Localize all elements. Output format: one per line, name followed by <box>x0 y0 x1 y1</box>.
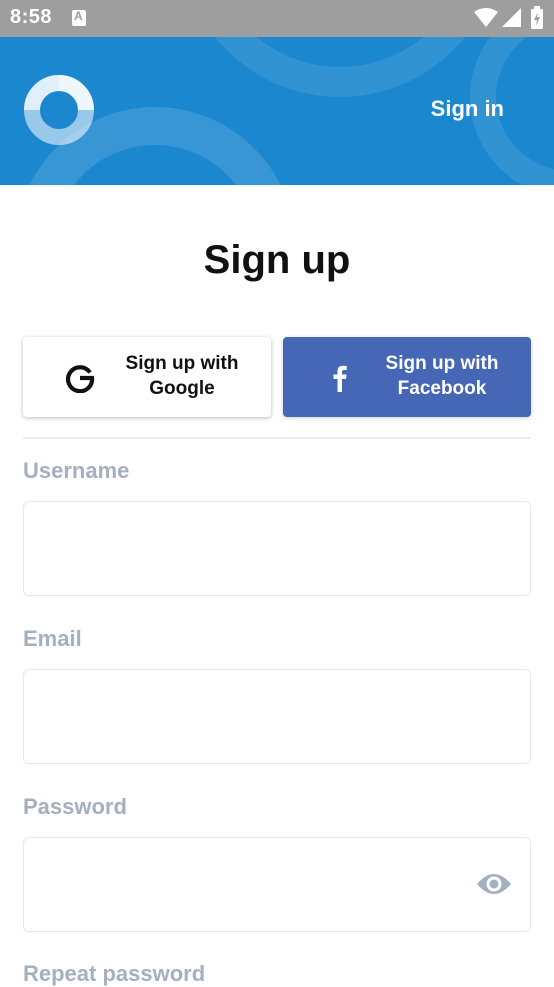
signal-icon <box>502 8 521 27</box>
repeat-password-label: Repeat password <box>23 961 206 986</box>
email-label: Email <box>23 626 82 651</box>
status-bar: 8:58 <box>0 0 554 37</box>
google-g-icon <box>65 365 95 393</box>
username-label: Username <box>23 458 130 483</box>
username-input[interactable] <box>23 501 531 596</box>
facebook-signup-button[interactable]: Sign up with Facebook <box>283 337 531 417</box>
google-button-label-line2: Google <box>149 378 215 399</box>
google-button-label: Sign up with Google <box>103 351 261 401</box>
password-label: Password <box>23 794 127 819</box>
facebook-button-label-line1: Sign up with <box>385 353 499 374</box>
eye-icon[interactable] <box>476 870 512 898</box>
google-signup-button[interactable]: Sign up with Google <box>23 337 271 417</box>
header-decoration <box>180 37 500 97</box>
wifi-icon <box>474 8 498 27</box>
email-input[interactable] <box>23 669 531 764</box>
ring-logo-icon <box>24 75 94 145</box>
facebook-button-label: Sign up with Facebook <box>363 351 521 401</box>
status-time: 8:58 <box>10 6 53 28</box>
notification-a-icon <box>72 9 86 26</box>
page-title: Sign up <box>203 238 351 282</box>
google-button-label-line1: Sign up with <box>125 353 239 374</box>
battery-icon <box>531 6 543 29</box>
app-header: Sign in <box>0 37 554 185</box>
password-input[interactable] <box>23 837 531 932</box>
facebook-f-icon <box>333 365 347 392</box>
divider <box>23 437 531 439</box>
sign-in-link[interactable]: Sign in <box>431 96 504 122</box>
facebook-button-label-line2: Facebook <box>397 378 487 399</box>
